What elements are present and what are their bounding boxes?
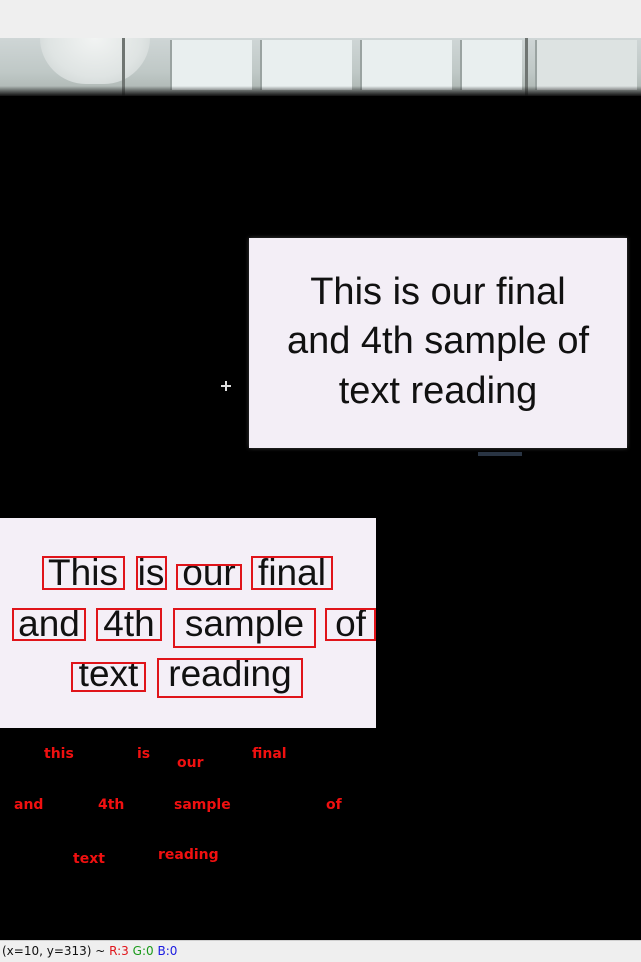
office-window	[260, 40, 352, 90]
ocr-label: reading	[158, 847, 219, 863]
office-window	[460, 40, 522, 90]
office-window	[170, 40, 252, 90]
image-canvas[interactable]: This is our final and 4th sample of text…	[0, 38, 641, 940]
status-bar: (x=10, y=313) ~ R:3 G:0 B:0	[0, 940, 641, 962]
word-bounding-box	[96, 608, 162, 641]
pixel-green-value: G:0	[132, 944, 154, 958]
ocr-label: of	[326, 797, 342, 813]
card-line-1: This is our final	[310, 271, 566, 313]
word-bounding-box	[173, 608, 316, 648]
ocr-label: final	[252, 746, 287, 762]
word-bounding-box	[157, 658, 303, 698]
ocr-label: text	[73, 851, 105, 867]
card-line-2: and 4th sample of	[286, 320, 590, 362]
frame-shadow	[0, 86, 641, 96]
cursor-coordinates: (x=10, y=313) ~	[2, 944, 110, 958]
word-bounding-box	[71, 662, 146, 692]
pixel-blue-value: B:0	[157, 944, 178, 958]
pixel-red-value: R:3	[109, 944, 129, 958]
word-bounding-box	[325, 608, 376, 641]
word-bounding-box	[176, 564, 242, 590]
ocr-label: 4th	[98, 797, 125, 813]
card-line-3: text reading	[338, 370, 538, 412]
ocr-label: our	[177, 755, 204, 771]
crosshair-cursor-icon	[221, 381, 231, 391]
office-window	[535, 40, 637, 90]
camera-text-card: This is our final and 4th sample of text…	[249, 238, 627, 448]
cropped-text-card: This is our final and 4th sample of text…	[0, 518, 376, 728]
word-bounding-box	[136, 556, 167, 590]
office-window	[360, 40, 452, 90]
word-bounding-box	[42, 556, 125, 590]
camera-background-office	[0, 38, 641, 96]
ocr-label: sample	[174, 797, 231, 813]
ocr-label: and	[14, 797, 44, 813]
screen-reflection	[478, 452, 522, 456]
ocr-label: is	[137, 746, 151, 762]
word-bounding-box	[12, 608, 86, 641]
image-viewer-toolbar	[0, 0, 641, 38]
lamp-shape	[40, 38, 150, 84]
word-bounding-box	[251, 556, 333, 590]
ocr-label: this	[44, 746, 74, 762]
